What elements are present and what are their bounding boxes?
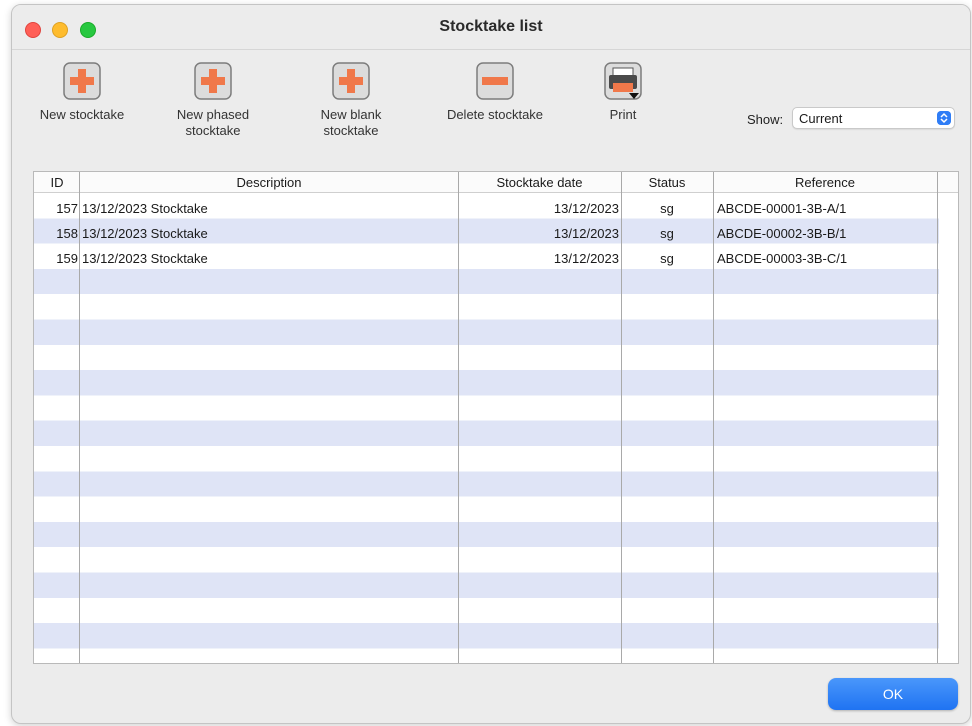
- add-icon: [332, 62, 370, 100]
- delete-stocktake-button[interactable]: Delete stocktake: [430, 61, 560, 123]
- row-stocktake-date: 13/12/2023: [553, 226, 619, 241]
- new-phased-stocktake-button[interactable]: New phased stocktake: [148, 61, 278, 139]
- window-title: Stocktake list: [439, 18, 543, 35]
- row-reference: ABCDE-00002-3B-B/1: [717, 226, 847, 241]
- delete-stocktake-label: Delete stocktake: [446, 107, 544, 122]
- print-label: Print: [609, 107, 637, 122]
- row-stocktake-date: 13/12/2023: [553, 251, 619, 266]
- ok-button[interactable]: OK: [828, 678, 958, 710]
- row-reference: ABCDE-00001-3B-A/1: [717, 201, 847, 216]
- row-description: 13/12/2023 Stocktake: [82, 201, 208, 216]
- stocktake-list-window: Stocktake list New stocktake New phased …: [11, 4, 971, 724]
- row-id: 158: [56, 226, 78, 241]
- row-status: sg: [660, 226, 674, 241]
- table-row[interactable]: 157 13/12/2023 Stocktake 13/12/2023 sg A…: [34, 196, 939, 221]
- row-stocktake-date: 13/12/2023: [553, 201, 619, 216]
- show-filter-label: Show:: [747, 112, 784, 127]
- row-id: 157: [56, 201, 78, 216]
- column-header-description[interactable]: Description: [80, 175, 458, 190]
- row-reference: ABCDE-00003-3B-C/1: [717, 251, 848, 266]
- new-phased-stocktake-label: New phased stocktake: [176, 107, 250, 138]
- add-icon: [63, 62, 101, 100]
- column-header-id[interactable]: ID: [34, 175, 80, 190]
- column-header-reference[interactable]: Reference: [713, 175, 937, 190]
- title-bar: Stocktake list: [12, 5, 970, 50]
- remove-icon: [476, 62, 514, 100]
- row-status: sg: [660, 201, 674, 216]
- table-header: ID Description Stocktake date Status Ref…: [34, 172, 958, 193]
- new-blank-stocktake-label: New blank stocktake: [320, 107, 382, 138]
- add-icon: [194, 62, 232, 100]
- table-row[interactable]: 159 13/12/2023 Stocktake 13/12/2023 sg A…: [34, 246, 939, 271]
- column-header-stocktake-date[interactable]: Stocktake date: [458, 175, 621, 190]
- row-description: 13/12/2023 Stocktake: [82, 226, 208, 241]
- stocktake-table[interactable]: ID Description Stocktake date Status Ref…: [33, 171, 959, 664]
- print-button[interactable]: Print: [558, 61, 688, 123]
- new-blank-stocktake-button[interactable]: New blank stocktake: [286, 61, 416, 139]
- row-id: 159: [56, 251, 78, 266]
- select-arrows-icon: [937, 111, 951, 125]
- table-row[interactable]: 158 13/12/2023 Stocktake 13/12/2023 sg A…: [34, 221, 939, 246]
- show-filter-value: Current: [799, 111, 843, 126]
- row-description: 13/12/2023 Stocktake: [82, 251, 208, 266]
- printer-icon: [604, 62, 642, 100]
- new-stocktake-label: New stocktake: [39, 107, 125, 122]
- show-filter-select[interactable]: Current: [792, 107, 955, 129]
- row-status: sg: [660, 251, 674, 266]
- column-header-status[interactable]: Status: [621, 175, 713, 190]
- new-stocktake-button[interactable]: New stocktake: [17, 61, 147, 123]
